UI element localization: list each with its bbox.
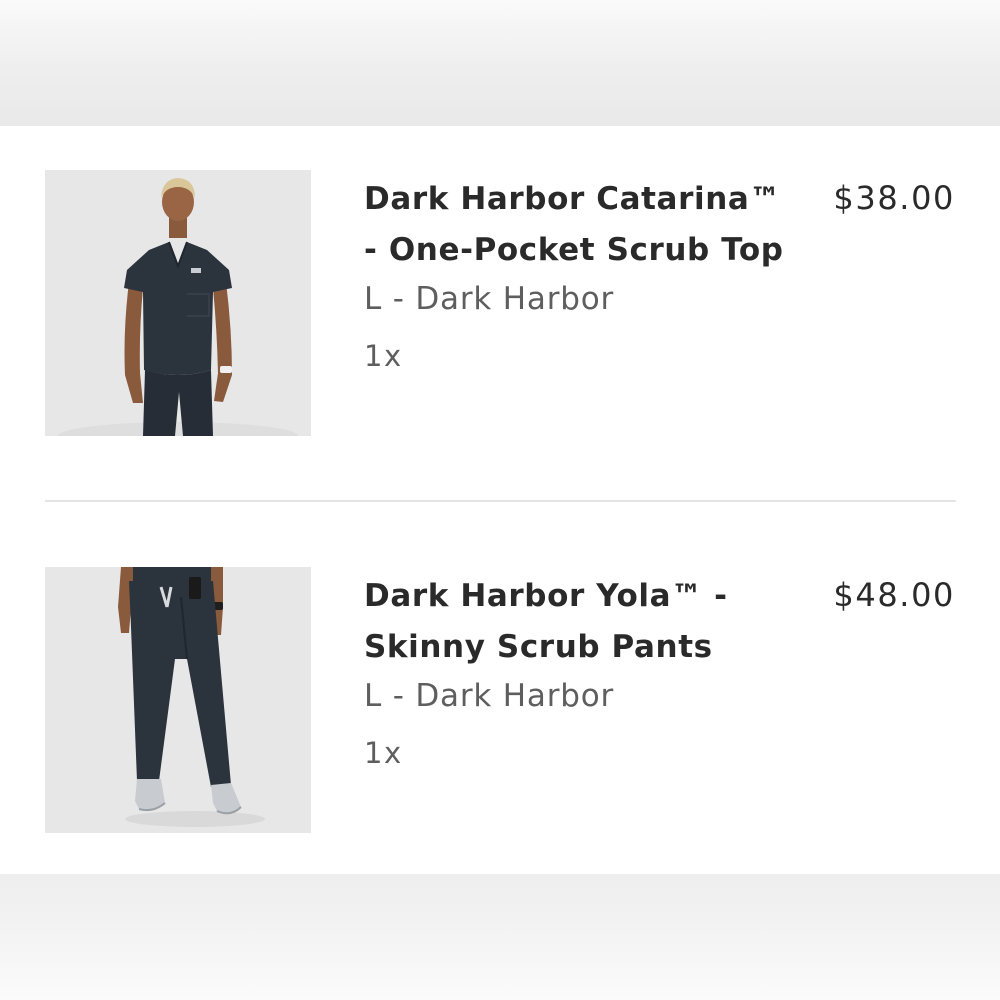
scrub-pants-photo-icon	[45, 567, 311, 833]
product-image-scrub-top[interactable]	[45, 170, 311, 436]
product-title[interactable]: Dark Harbor Yola™ - Skinny Scrub Pants	[364, 571, 804, 673]
product-title[interactable]: Dark Harbor Catarina™ - One-Pocket Scrub…	[364, 174, 804, 276]
bottom-backdrop	[0, 874, 1000, 1000]
product-quantity: 1x	[364, 736, 403, 770]
cart-items-panel: Dark Harbor Catarina™ - One-Pocket Scrub…	[0, 126, 1000, 874]
product-variant: L - Dark Harbor	[364, 678, 615, 714]
item-divider	[45, 500, 956, 502]
product-price: $38.00	[833, 179, 955, 217]
product-title-line2[interactable]: - One-Pocket Scrub Top	[364, 232, 784, 268]
product-quantity: 1x	[364, 339, 403, 373]
cart-item[interactable]: Dark Harbor Catarina™ - One-Pocket Scrub…	[45, 170, 955, 436]
cart-item[interactable]: Dark Harbor Yola™ - Skinny Scrub Pants L…	[45, 567, 955, 833]
product-title-line2[interactable]: Skinny Scrub Pants	[364, 629, 713, 665]
product-image-scrub-pants[interactable]	[45, 567, 311, 833]
product-title-line1[interactable]: Dark Harbor Catarina™	[364, 181, 781, 217]
product-title-line1[interactable]: Dark Harbor Yola™ -	[364, 578, 728, 614]
top-backdrop	[0, 0, 1000, 126]
product-price: $48.00	[833, 576, 955, 614]
scrub-top-photo-icon	[45, 170, 311, 436]
product-variant: L - Dark Harbor	[364, 281, 615, 317]
